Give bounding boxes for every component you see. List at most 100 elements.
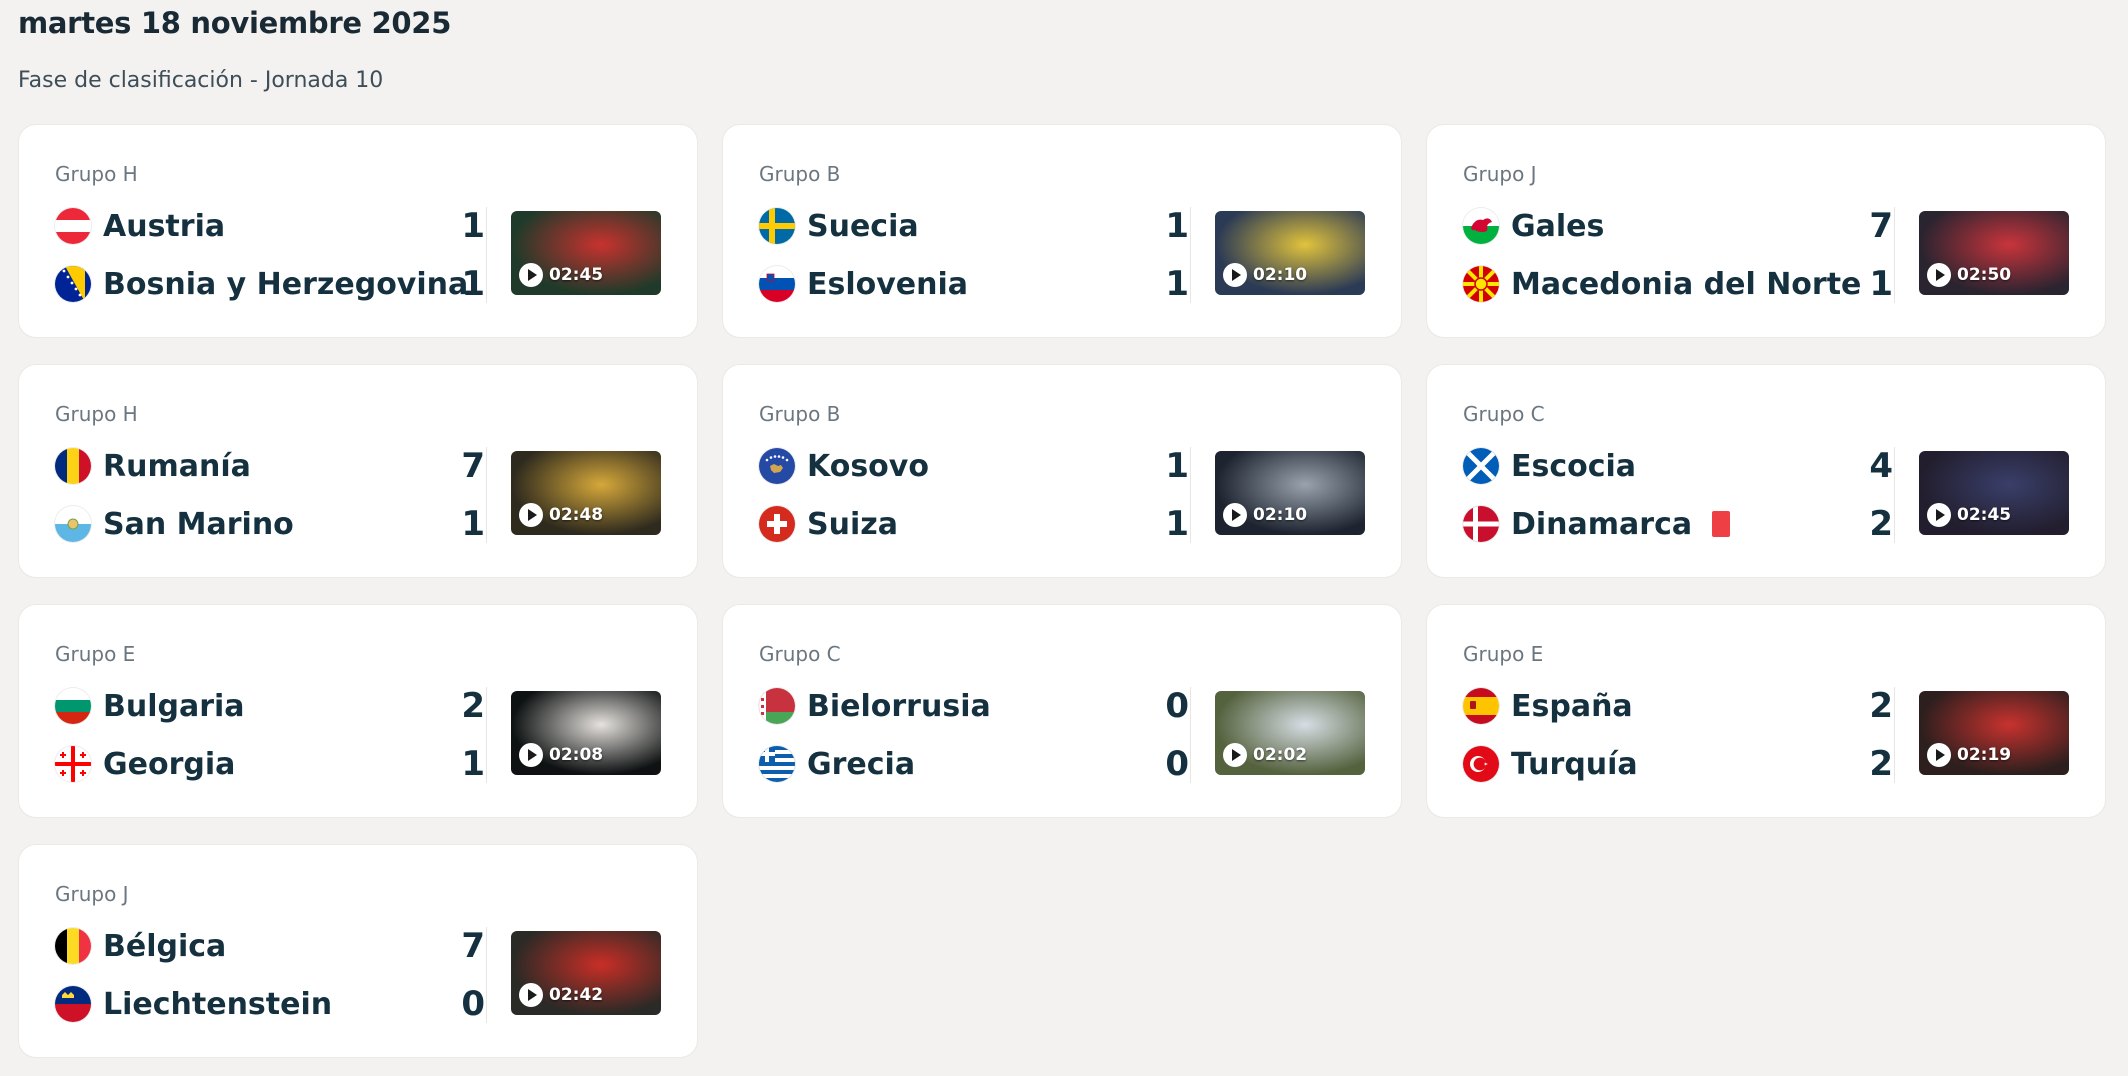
video-thumbnail[interactable]: 02:48 <box>511 451 661 535</box>
away-score: 1 <box>461 504 485 544</box>
home-team: Austria 1 <box>55 204 485 248</box>
video-thumbnail[interactable]: 02:10 <box>1215 451 1365 535</box>
duration-label: 02:42 <box>549 985 604 1005</box>
video-duration: 02:45 <box>1927 503 2011 527</box>
home-score: 7 <box>1869 206 1893 246</box>
away-score: 2 <box>1869 744 1893 784</box>
home-score: 1 <box>461 206 485 246</box>
video-duration: 02:19 <box>1927 743 2011 767</box>
home-score: 1 <box>1165 206 1189 246</box>
home-team-name: Kosovo <box>807 448 929 484</box>
duration-label: 02:10 <box>1253 265 1308 285</box>
match-card[interactable]: Grupo E Bulgaria 2 Georgia 1 02:08 <box>18 604 698 818</box>
switzerland-flag-icon <box>759 506 795 542</box>
match-card[interactable]: Grupo B Suecia 1 Eslovenia 1 02:10 <box>722 124 1402 338</box>
home-team-name: Bielorrusia <box>807 688 991 724</box>
group-label: Grupo B <box>759 162 841 186</box>
kosovo-flag-icon <box>759 448 795 484</box>
play-icon <box>1927 263 1951 287</box>
home-team: Bélgica 7 <box>55 924 485 968</box>
video-duration: 02:50 <box>1927 263 2011 287</box>
phase-subtitle: Fase de clasificación - Jornada 10 <box>18 68 384 93</box>
video-duration: 02:42 <box>519 983 603 1007</box>
away-score: 0 <box>461 984 485 1024</box>
liechtenstein-flag-icon <box>55 986 91 1022</box>
away-score: 2 <box>1869 504 1893 544</box>
video-thumbnail[interactable]: 02:50 <box>1919 211 2069 295</box>
duration-label: 02:45 <box>549 265 604 285</box>
video-thumbnail[interactable]: 02:08 <box>511 691 661 775</box>
home-team: España 2 <box>1463 684 1893 728</box>
match-card[interactable]: Grupo H Austria 1 Bosnia y Herzegovina 1… <box>18 124 698 338</box>
play-icon <box>519 263 543 287</box>
home-team: Kosovo 1 <box>759 444 1189 488</box>
play-icon <box>1927 503 1951 527</box>
video-duration: 02:08 <box>519 743 603 767</box>
duration-label: 02:02 <box>1253 745 1308 765</box>
home-team: Rumanía 7 <box>55 444 485 488</box>
home-score: 2 <box>1869 686 1893 726</box>
divider <box>1190 207 1191 303</box>
home-team-name: Rumanía <box>103 448 251 484</box>
denmark-flag-icon <box>1463 506 1499 542</box>
home-team-name: Bélgica <box>103 928 227 964</box>
play-icon <box>519 983 543 1007</box>
match-card[interactable]: Grupo C Escocia 4 Dinamarca 2 02:45 <box>1426 364 2106 578</box>
match-card[interactable]: Grupo E España 2 Turquía 2 02:19 <box>1426 604 2106 818</box>
away-team: Macedonia del Norte 1 <box>1463 262 1893 306</box>
group-label: Grupo C <box>759 642 841 666</box>
video-thumbnail[interactable]: 02:45 <box>511 211 661 295</box>
video-thumbnail[interactable]: 02:45 <box>1919 451 2069 535</box>
play-icon <box>1223 503 1247 527</box>
away-team: San Marino 1 <box>55 502 485 546</box>
video-thumbnail[interactable]: 02:42 <box>511 931 661 1015</box>
divider <box>1190 687 1191 783</box>
away-team: Dinamarca 2 <box>1463 502 1893 546</box>
away-team-name: Turquía <box>1511 746 1638 782</box>
group-label: Grupo E <box>55 642 136 666</box>
romania-flag-icon <box>55 448 91 484</box>
away-team: Suiza 1 <box>759 502 1189 546</box>
play-icon <box>1223 743 1247 767</box>
away-team-name: Suiza <box>807 506 898 542</box>
divider <box>1190 447 1191 543</box>
red-card-icon <box>1712 511 1731 537</box>
video-thumbnail[interactable]: 02:19 <box>1919 691 2069 775</box>
home-team: Bielorrusia 0 <box>759 684 1189 728</box>
group-label: Grupo C <box>1463 402 1545 426</box>
video-thumbnail[interactable]: 02:10 <box>1215 211 1365 295</box>
duration-label: 02:50 <box>1957 265 2012 285</box>
divider <box>486 207 487 303</box>
away-score: 0 <box>1165 744 1189 784</box>
page: martes 18 noviembre 2025 Fase de clasifi… <box>0 0 2128 1076</box>
away-score: 1 <box>1165 504 1189 544</box>
play-icon <box>1223 263 1247 287</box>
home-score: 2 <box>461 686 485 726</box>
away-team-name: Grecia <box>807 746 916 782</box>
match-card[interactable]: Grupo C Bielorrusia 0 Grecia 0 02:02 <box>722 604 1402 818</box>
away-score: 1 <box>1869 264 1893 304</box>
video-duration: 02:10 <box>1223 263 1307 287</box>
spain-flag-icon <box>1463 688 1499 724</box>
duration-label: 02:08 <box>549 745 604 765</box>
video-thumbnail[interactable]: 02:02 <box>1215 691 1365 775</box>
slovenia-flag-icon <box>759 266 795 302</box>
home-team-name: España <box>1511 688 1633 724</box>
match-card[interactable]: Grupo B Kosovo 1 Suiza 1 02:10 <box>722 364 1402 578</box>
group-label: Grupo B <box>759 402 841 426</box>
match-card[interactable]: Grupo H Rumanía 7 San Marino 1 02:48 <box>18 364 698 578</box>
home-score: 1 <box>1165 446 1189 486</box>
divider <box>1894 687 1895 783</box>
north-macedonia-flag-icon <box>1463 266 1499 302</box>
turkey-flag-icon <box>1463 746 1499 782</box>
away-team: Liechtenstein 0 <box>55 982 485 1026</box>
match-card[interactable]: Grupo J Gales 7 Macedonia del Norte 1 02… <box>1426 124 2106 338</box>
away-team: Eslovenia 1 <box>759 262 1189 306</box>
away-team-name: Dinamarca <box>1511 506 1693 542</box>
home-team: Gales 7 <box>1463 204 1893 248</box>
match-card[interactable]: Grupo J Bélgica 7 Liechtenstein 0 02:42 <box>18 844 698 1058</box>
wales-flag-icon <box>1463 208 1499 244</box>
divider <box>486 687 487 783</box>
bulgaria-flag-icon <box>55 688 91 724</box>
home-score: 4 <box>1869 446 1893 486</box>
